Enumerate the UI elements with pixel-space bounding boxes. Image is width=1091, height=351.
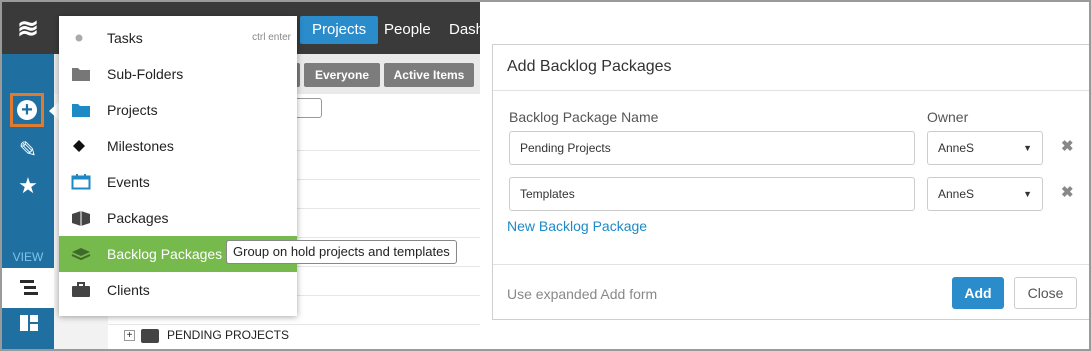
menu-item-label: Backlog Packages bbox=[107, 246, 223, 262]
tooltip: Group on hold projects and templates bbox=[226, 240, 457, 264]
briefcase-icon bbox=[72, 282, 90, 297]
menu-item-label: Packages bbox=[107, 210, 169, 226]
chevron-down-icon: ▼ bbox=[1023, 143, 1032, 153]
menu-caret bbox=[49, 102, 59, 120]
menu-item-clients[interactable]: Clients bbox=[59, 272, 297, 308]
new-backlog-package-link[interactable]: New Backlog Package bbox=[507, 218, 647, 234]
folder-blue-icon bbox=[72, 104, 90, 117]
screenshot-frame: ≋ + ✎ ★ VIEW Projects People Dash bbox=[0, 0, 1091, 351]
plus-circle-icon: + bbox=[17, 100, 37, 120]
add-button-dialog[interactable]: Add bbox=[952, 277, 1004, 309]
menu-item-label: Projects bbox=[107, 102, 158, 118]
add-button[interactable]: + bbox=[2, 92, 54, 128]
list-view-icon-line bbox=[24, 286, 36, 289]
chevron-down-icon: ▼ bbox=[1023, 189, 1032, 199]
view-label: VIEW bbox=[12, 250, 44, 264]
list-view-button[interactable] bbox=[2, 268, 54, 308]
close-button[interactable]: Close bbox=[1014, 277, 1077, 309]
nav-projects[interactable]: Projects bbox=[300, 16, 379, 44]
menu-item-label: Tasks bbox=[107, 30, 143, 46]
menu-item-events[interactable]: Events bbox=[59, 164, 297, 200]
owner-select[interactable]: AnneS ▼ bbox=[927, 131, 1043, 165]
pencil-icon[interactable]: ✎ bbox=[2, 132, 54, 168]
owner-value: AnneS bbox=[938, 141, 975, 155]
list-view-icon bbox=[20, 280, 34, 283]
owner-column-header: Owner bbox=[927, 109, 969, 125]
menu-item-projects[interactable]: Projects bbox=[59, 92, 297, 128]
menu-item-label: Events bbox=[107, 174, 150, 190]
expanded-form-link[interactable]: Use expanded Add form bbox=[507, 286, 657, 302]
menu-item-label: Milestones bbox=[107, 138, 174, 154]
board-view-icon[interactable] bbox=[20, 315, 38, 331]
package-name-input[interactable]: Templates bbox=[509, 177, 915, 211]
star-icon[interactable]: ★ bbox=[2, 168, 54, 204]
list-item-pending-projects[interactable]: + PENDING PROJECTS bbox=[124, 328, 289, 343]
pending-projects-label: PENDING PROJECTS bbox=[167, 328, 290, 342]
nav-dashboard[interactable]: Dash bbox=[437, 16, 480, 44]
app-background: ≋ + ✎ ★ VIEW Projects People Dash bbox=[2, 2, 480, 349]
dot-icon bbox=[75, 34, 83, 42]
menu-item-tasks[interactable]: Tasks ctrl enter bbox=[59, 20, 297, 56]
owner-select[interactable]: AnneS ▼ bbox=[927, 177, 1043, 211]
menu-item-label: Clients bbox=[107, 282, 150, 298]
diamond-icon bbox=[73, 140, 85, 152]
folder-gray-icon bbox=[72, 68, 90, 81]
list-view-icon-line bbox=[24, 292, 38, 295]
dialog-header: Add Backlog Packages bbox=[493, 45, 1089, 91]
filter-active-items[interactable]: Active Items bbox=[384, 63, 474, 87]
add-backlog-packages-dialog: Add Backlog Packages Backlog Package Nam… bbox=[492, 44, 1089, 320]
hamburger-logo-icon[interactable]: ≋ bbox=[2, 2, 54, 54]
remove-row-icon[interactable]: ✖ bbox=[1061, 137, 1074, 155]
package-icon bbox=[141, 328, 159, 343]
dialog-footer-divider bbox=[493, 264, 1089, 265]
shortcut-hint: ctrl enter bbox=[252, 32, 291, 43]
menu-item-sub-folders[interactable]: Sub-Folders bbox=[59, 56, 297, 92]
remove-row-icon[interactable]: ✖ bbox=[1061, 183, 1074, 201]
left-rail: ≋ + ✎ ★ VIEW bbox=[2, 2, 54, 349]
package-icon bbox=[72, 211, 90, 226]
name-column-header: Backlog Package Name bbox=[509, 109, 659, 125]
calendar-icon bbox=[71, 174, 91, 190]
menu-item-label: Sub-Folders bbox=[107, 66, 184, 82]
expand-icon[interactable]: + bbox=[124, 330, 135, 342]
filter-everyone[interactable]: Everyone bbox=[304, 63, 380, 87]
menu-item-packages[interactable]: Packages bbox=[59, 200, 297, 236]
add-menu: Tasks ctrl enter Sub-Folders Projects Mi… bbox=[59, 16, 297, 316]
nav-people[interactable]: People bbox=[372, 16, 443, 44]
package-name-input[interactable]: Pending Projects bbox=[509, 131, 915, 165]
owner-value: AnneS bbox=[938, 187, 975, 201]
layers-icon bbox=[71, 248, 91, 261]
dialog-title: Add Backlog Packages bbox=[507, 58, 672, 75]
menu-item-milestones[interactable]: Milestones bbox=[59, 128, 297, 164]
